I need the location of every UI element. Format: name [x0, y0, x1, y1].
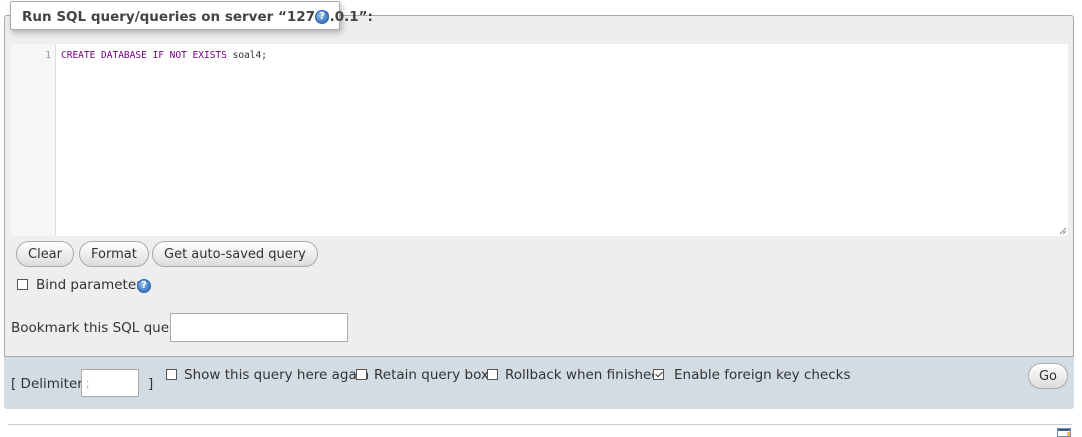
- rollback-when-finished-label: Rollback when finished: [505, 367, 660, 383]
- retain-query-box-label: Retain query box: [374, 367, 489, 383]
- format-button[interactable]: Format: [79, 241, 149, 267]
- show-query-again-checkbox[interactable]: [166, 369, 177, 380]
- line-number-gutter: 1: [11, 44, 56, 236]
- rollback-when-finished-checkbox[interactable]: [487, 369, 498, 380]
- resize-grip-icon[interactable]: [1059, 227, 1067, 235]
- panel-title: Run SQL query/queries on server “127.0.0…: [10, 1, 373, 30]
- clear-button[interactable]: Clear: [16, 241, 74, 267]
- delimiter-label: [ Delimiter: [11, 376, 83, 392]
- sql-identifier: soal4;: [226, 50, 267, 61]
- enable-fk-checks-label: Enable foreign key checks: [674, 367, 851, 383]
- delimiter-input[interactable]: [81, 369, 139, 397]
- divider: [8, 424, 1072, 425]
- enable-fk-checks-checkbox[interactable]: [653, 369, 664, 380]
- sql-editor[interactable]: 1 CREATE DATABASE IF NOT EXISTS soal4;: [11, 44, 1068, 236]
- line-number: 1: [45, 50, 51, 61]
- sql-keywords: CREATE DATABASE IF NOT EXISTS: [61, 50, 227, 61]
- bind-parameters-checkbox[interactable]: [17, 279, 28, 290]
- console-icon[interactable]: [1057, 428, 1071, 437]
- help-icon[interactable]: ?: [137, 279, 151, 293]
- show-query-again-label: Show this query here again: [184, 367, 370, 383]
- delimiter-close-bracket: ]: [148, 376, 154, 392]
- bind-parameters-label: Bind parameters: [36, 277, 149, 293]
- bookmark-label: Bookmark this SQL query:: [11, 320, 187, 336]
- go-button[interactable]: Go: [1028, 363, 1068, 389]
- bookmark-input[interactable]: [170, 313, 348, 342]
- retain-query-box-checkbox[interactable]: [356, 369, 367, 380]
- code-line[interactable]: CREATE DATABASE IF NOT EXISTS soal4;: [61, 50, 267, 61]
- get-auto-saved-query-button[interactable]: Get auto-saved query: [152, 241, 318, 267]
- help-icon[interactable]: ?: [315, 10, 329, 24]
